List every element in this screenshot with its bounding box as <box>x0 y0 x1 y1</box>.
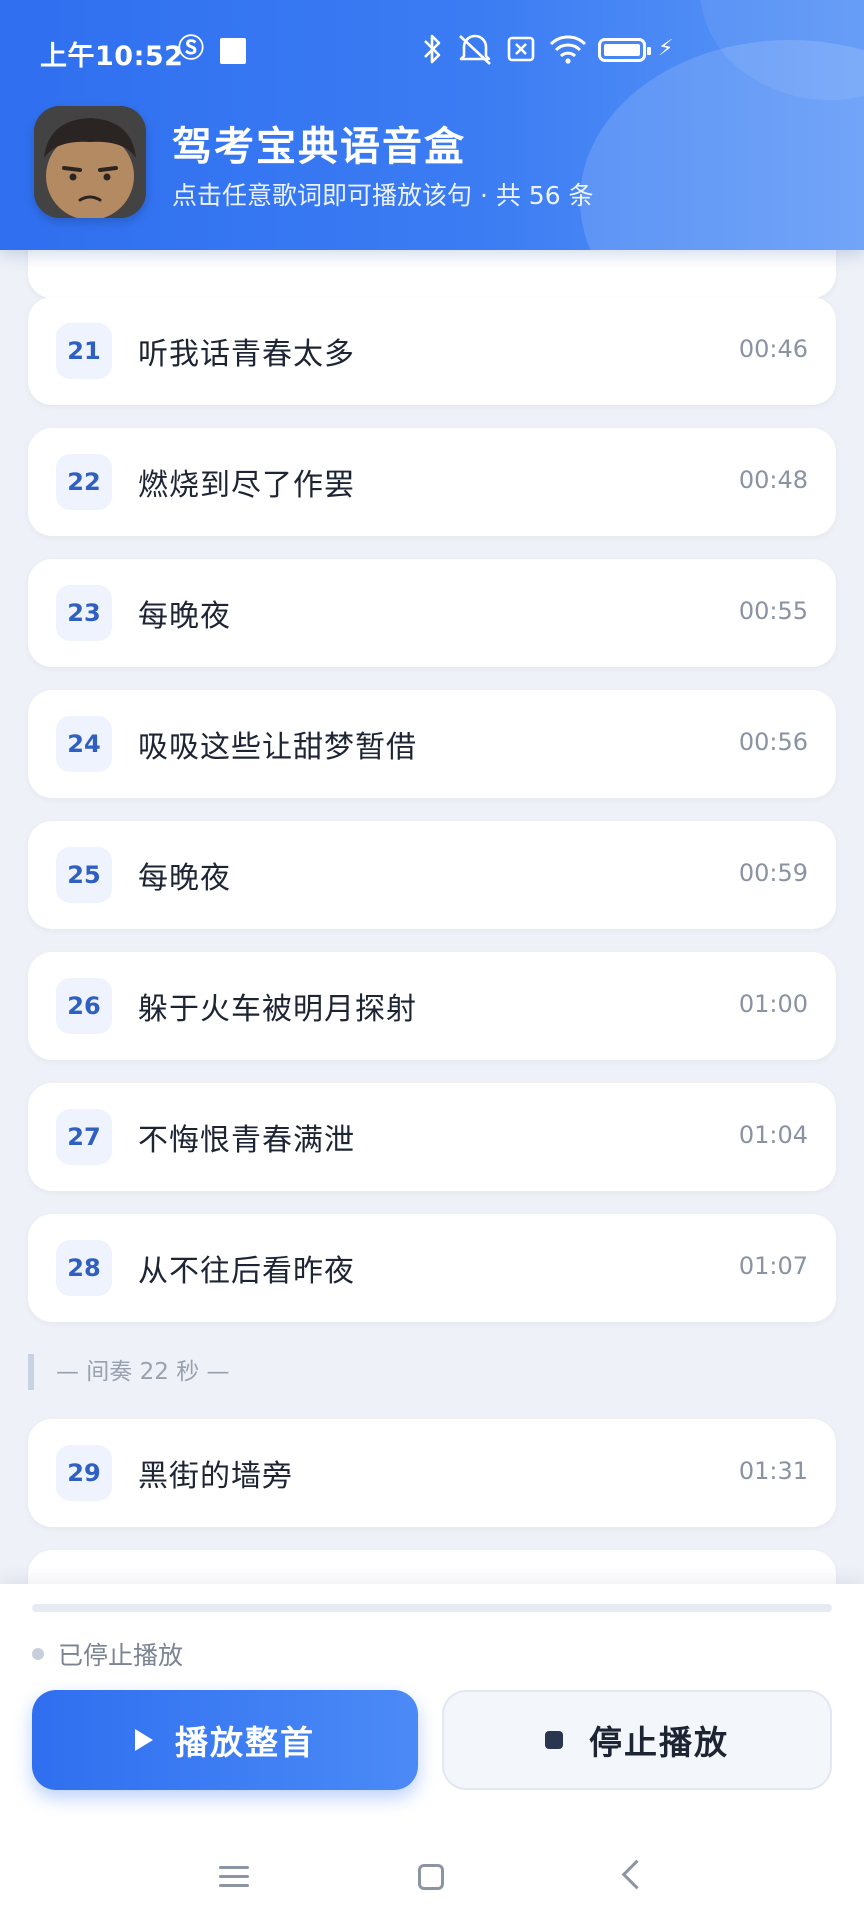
lyric-card[interactable]: 22 燃烧到尽了作罢 00:48 <box>28 428 836 536</box>
wifi-icon <box>548 32 588 74</box>
lyric-timestamp: 00:48 <box>738 466 808 494</box>
lyric-timestamp: 01:07 <box>738 1252 808 1280</box>
line-number: 29 <box>56 1445 112 1501</box>
no-sim-icon <box>506 32 536 74</box>
sim-icon: Ⓢ <box>178 34 205 64</box>
app-subtitle: 点击任意歌词即可播放该句 · 共 56 条 <box>172 181 594 210</box>
line-number: 28 <box>56 1240 112 1296</box>
lyric-text: 从不往后看昨夜 <box>138 1254 355 1289</box>
lyric-card[interactable]: 23 每晚夜 00:55 <box>28 559 836 667</box>
lyric-text: 不悔恨青春满泄 <box>138 1123 355 1158</box>
lyric-timestamp: 00:56 <box>738 728 808 756</box>
lyric-card[interactable]: 24 吸吸这些让甜梦暂借 00:56 <box>28 690 836 798</box>
play-icon <box>135 1729 153 1751</box>
lyric-text: 躲于火车被明月探射 <box>138 992 417 1027</box>
home-icon[interactable] <box>418 1864 444 1890</box>
lyric-card[interactable]: 26 躲于火车被明月探射 01:00 <box>28 952 836 1060</box>
lyric-card[interactable]: 29 黑街的墙旁 01:31 <box>28 1419 836 1527</box>
play-all-label: 播放整首 <box>175 1723 315 1762</box>
lyric-text: 燃烧到尽了作罢 <box>138 468 355 503</box>
app-header: 上午10:52 Ⓢ ⚡ 驾考宝典语音盒 点击任意歌词即可播放该句 · 共 56 … <box>0 0 864 250</box>
lyric-timestamp: 00:55 <box>738 597 808 625</box>
lyric-card[interactable]: 28 从不往后看昨夜 01:07 <box>28 1214 836 1322</box>
bluetooth-icon <box>420 32 444 74</box>
lyric-timestamp: 01:00 <box>738 990 808 1018</box>
mute-icon <box>456 32 494 74</box>
battery-icon <box>598 38 651 62</box>
line-number: 27 <box>56 1109 112 1165</box>
lyric-text: 每晚夜 <box>138 861 231 896</box>
lyric-timestamp: 00:46 <box>738 335 808 363</box>
menu-icon[interactable] <box>219 1866 249 1888</box>
charging-icon: ⚡ <box>658 36 674 61</box>
player-panel: 已停止播放 播放整首 停止播放 <box>0 1584 864 1824</box>
line-number: 21 <box>56 323 112 379</box>
status-bar: 上午10:52 Ⓢ ⚡ <box>0 0 864 100</box>
playback-progress[interactable] <box>32 1604 832 1612</box>
status-time: 上午10:52 <box>40 41 184 72</box>
lyric-text: 听我话青春太多 <box>138 337 355 372</box>
lyric-text: 黑街的墙旁 <box>138 1459 293 1494</box>
lyric-timestamp: 01:04 <box>738 1121 808 1149</box>
lyric-card[interactable]: 27 不悔恨青春满泄 01:04 <box>28 1083 836 1191</box>
line-number: 25 <box>56 847 112 903</box>
lyric-text: 吸吸这些让甜梦暂借 <box>138 730 417 765</box>
line-number: 26 <box>56 978 112 1034</box>
back-icon[interactable] <box>621 1859 652 1890</box>
app-title: 驾考宝典语音盒 <box>172 124 466 170</box>
lyric-text: 每晚夜 <box>138 599 231 634</box>
stop-label: 停止播放 <box>589 1723 729 1762</box>
app-avatar <box>34 106 146 218</box>
system-nav-bar <box>0 1824 864 1920</box>
lyric-card[interactable]: 21 听我话青春太多 00:46 <box>28 297 836 405</box>
lyric-timestamp: 00:59 <box>738 859 808 887</box>
play-all-button[interactable]: 播放整首 <box>32 1690 418 1790</box>
lyric-timestamp: 01:31 <box>738 1457 808 1485</box>
playback-status: 已停止播放 <box>58 1641 184 1670</box>
line-number: 24 <box>56 716 112 772</box>
line-number: 23 <box>56 585 112 641</box>
status-dot-icon <box>32 1648 44 1660</box>
interlude-marker: — 间奏 22 秒 — <box>28 1354 428 1390</box>
stop-button[interactable]: 停止播放 <box>442 1690 832 1790</box>
stop-icon <box>545 1731 563 1749</box>
line-number: 22 <box>56 454 112 510</box>
stop-square-icon <box>220 38 246 64</box>
lyric-card[interactable]: 25 每晚夜 00:59 <box>28 821 836 929</box>
